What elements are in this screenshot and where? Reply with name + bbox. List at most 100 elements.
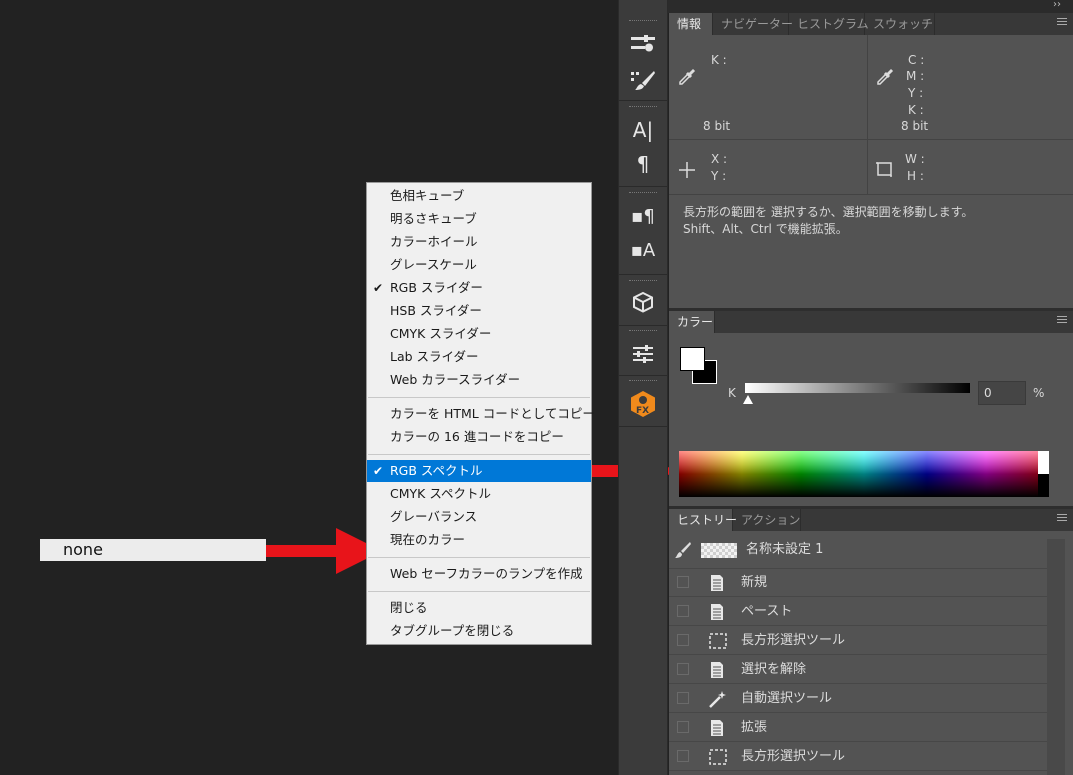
marquee-icon	[708, 748, 727, 766]
paragraph-icon[interactable]: ¶	[619, 146, 667, 182]
history-step-label: 新規	[741, 575, 768, 590]
percent-label: %	[1033, 386, 1045, 400]
3d-icon[interactable]	[619, 284, 667, 320]
menu-item[interactable]: 明るさキューブ	[367, 208, 591, 230]
menu-item[interactable]: ✔ RGB スペクトル	[367, 460, 591, 482]
history-source-checkbox[interactable]	[677, 576, 689, 588]
menu-item[interactable]: HSB スライダー	[367, 300, 591, 322]
menu-item[interactable]: ✔ RGB スライダー	[367, 277, 591, 299]
history-row[interactable]: ペースト	[669, 598, 1047, 626]
tab-info[interactable]: 情報	[669, 13, 713, 35]
foreground-color-swatch[interactable]	[680, 347, 705, 371]
menu-item-label: 明るさキューブ	[390, 211, 477, 226]
spectrum-white-swatch[interactable]	[1038, 451, 1049, 474]
character-icon[interactable]: A|	[619, 112, 667, 148]
history-scrollbar[interactable]	[1047, 539, 1065, 775]
menu-item[interactable]: グレーバランス	[367, 506, 591, 528]
menu-item-label: RGB スライダー	[390, 280, 483, 295]
x-label: X :	[711, 152, 728, 166]
menu-item[interactable]: 閉じる	[367, 597, 591, 619]
menu-item-label: グレーバランス	[390, 509, 478, 524]
crosshair-icon	[679, 162, 695, 178]
magic-wand-icon	[708, 690, 726, 708]
expand-icon[interactable]: ››	[1053, 0, 1061, 10]
tab-history[interactable]: ヒストリー	[669, 509, 737, 531]
panel-menu-icon[interactable]	[1057, 18, 1067, 28]
character-styles-icon[interactable]: ▪A	[619, 232, 667, 268]
paragraph-styles-icon[interactable]: ▪¶	[619, 198, 667, 234]
snapshot-label: 名称未設定 1	[746, 542, 824, 557]
rgb-spectrum-bar[interactable]	[679, 451, 1049, 497]
bit-depth-left: 8 bit	[703, 119, 731, 133]
history-panel-tabbar: ヒストリー アクション	[669, 509, 1073, 531]
tab-color[interactable]: カラー	[669, 311, 715, 333]
history-row[interactable]: 拡張	[669, 714, 1047, 742]
history-source-checkbox[interactable]	[677, 750, 689, 762]
history-brush-icon[interactable]	[674, 541, 692, 559]
menu-item[interactable]: タブグループを閉じる	[367, 620, 591, 642]
history-row[interactable]: 自動選択ツール	[669, 685, 1047, 713]
history-row[interactable]: 長方形選択ツール	[669, 627, 1047, 655]
history-source-checkbox[interactable]	[677, 605, 689, 617]
properties-icon[interactable]	[619, 26, 667, 62]
fx-plugin-icon[interactable]: FX	[619, 386, 667, 422]
tab-navigator[interactable]: ナビゲーター	[713, 13, 793, 35]
menu-item-label: カラーの 16 進コードをコピー	[390, 429, 564, 444]
menu-item-label: RGB スペクトル	[390, 463, 483, 478]
menu-item[interactable]: カラーの 16 進コードをコピー	[367, 426, 591, 448]
menu-item[interactable]: カラーを HTML コードとしてコピー	[367, 403, 595, 425]
tab-actions[interactable]: アクション	[733, 509, 801, 531]
tool-help-line2: Shift、Alt、Ctrl で機能拡張。	[683, 222, 848, 236]
history-list: 新規 ペースト 長方形選択ツール 選択を解除 自動選択ツール 拡張 長方形選択ツール	[669, 569, 1047, 775]
menu-item-label: 閉じる	[390, 600, 428, 615]
menu-item-label: カラーを HTML コードとしてコピー	[390, 406, 595, 421]
menu-item[interactable]: Web セーフカラーのランプを作成	[367, 563, 591, 585]
panel-menu-icon[interactable]	[1057, 316, 1067, 326]
menu-item[interactable]: CMYK スライダー	[367, 323, 591, 345]
marquee-icon	[708, 632, 727, 650]
history-row[interactable]: 新規	[669, 569, 1047, 597]
history-row[interactable]: 長方形選択ツール	[669, 743, 1047, 771]
info-panel-tabbar: 情報 ナビゲーター ヒストグラム スウォッチ	[669, 13, 1073, 35]
menu-item[interactable]: Web カラースライダー	[367, 369, 591, 391]
m-label: M :	[906, 69, 925, 83]
history-source-checkbox[interactable]	[677, 721, 689, 733]
snapshot-thumbnail	[701, 543, 737, 558]
k-label: K :	[711, 53, 727, 67]
menu-item[interactable]: 色相キューブ	[367, 185, 591, 207]
panel-menu-icon[interactable]	[1057, 514, 1067, 524]
spectrum-black-swatch[interactable]	[1038, 474, 1049, 497]
history-step-label: 長方形選択ツール	[741, 633, 846, 648]
k-slider-track[interactable]	[745, 383, 970, 393]
history-row[interactable]: 選択を解除	[669, 656, 1047, 684]
history-step-label: 拡張	[741, 720, 768, 735]
adjustments-icon[interactable]	[619, 336, 667, 372]
none-label-box: none	[40, 539, 266, 561]
menu-item[interactable]: グレースケール	[367, 254, 591, 276]
menu-item[interactable]: 現在のカラー	[367, 529, 591, 551]
eyedropper-icon	[679, 68, 696, 85]
menu-item[interactable]: CMYK スペクトル	[367, 483, 591, 505]
tab-histogram[interactable]: ヒストグラム	[789, 13, 869, 35]
history-step-label: ペースト	[741, 604, 793, 619]
menu-item[interactable]: Lab スライダー	[367, 346, 591, 368]
size-box-icon	[876, 162, 892, 177]
history-source-checkbox[interactable]	[677, 692, 689, 704]
history-source-checkbox[interactable]	[677, 663, 689, 675]
menu-item-label: Web カラースライダー	[390, 372, 521, 387]
color-panel-tabbar: カラー	[669, 311, 1073, 333]
history-snapshot-row[interactable]: 名称未設定 1	[669, 531, 1047, 569]
y-label-pos: Y :	[711, 169, 727, 183]
tab-swatches[interactable]: スウォッチ	[865, 13, 935, 35]
brush-settings-icon[interactable]	[619, 62, 667, 98]
k-value-input[interactable]: 0	[978, 381, 1026, 405]
history-source-checkbox[interactable]	[677, 634, 689, 646]
eyedropper-icon	[877, 68, 894, 85]
panel-icon-column: A| ¶ ▪¶ ▪A FX	[618, 0, 668, 775]
history-step-label: 選択を解除	[741, 662, 807, 677]
menu-item[interactable]: カラーホイール	[367, 231, 591, 253]
k-slider-thumb[interactable]	[743, 395, 753, 404]
check-icon: ✔	[373, 281, 384, 295]
menu-separator	[368, 454, 590, 455]
menu-item-label: カラーホイール	[390, 234, 478, 249]
